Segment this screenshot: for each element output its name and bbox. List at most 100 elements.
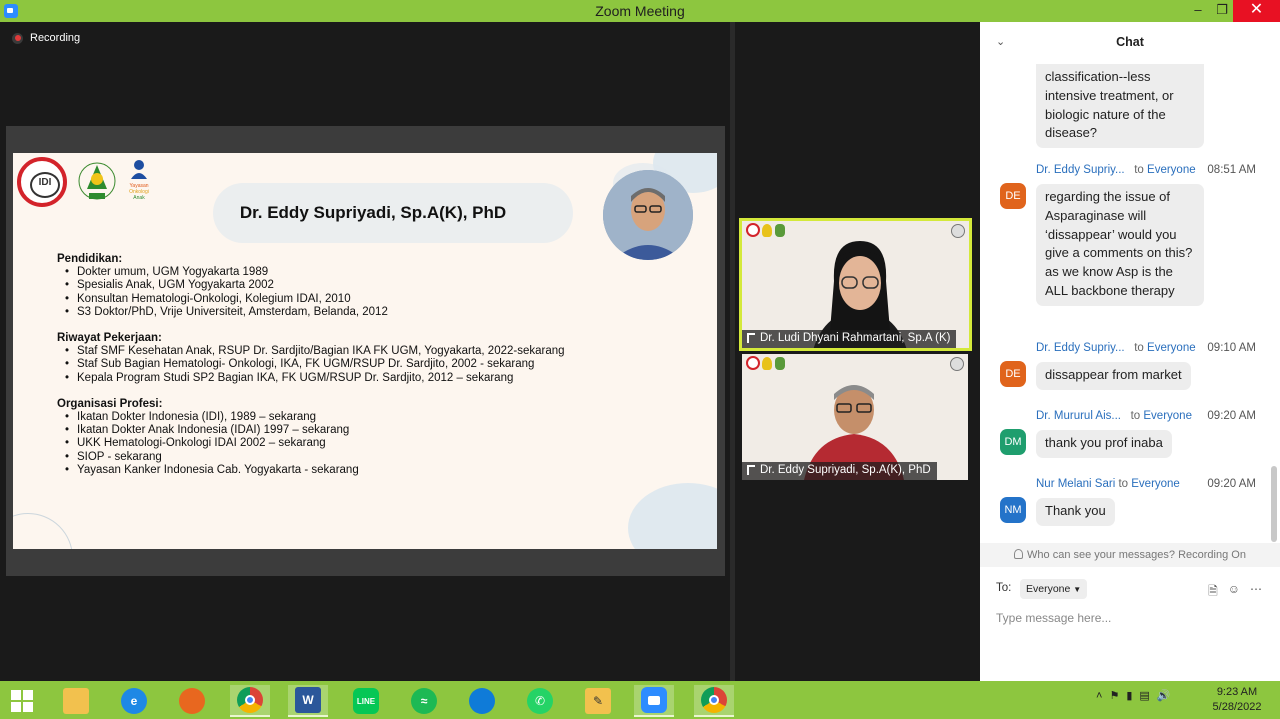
idai-logo bbox=[78, 162, 116, 200]
clock-time: 9:23 AM bbox=[1216, 686, 1258, 698]
person-icon bbox=[1014, 549, 1024, 559]
list-item: Staf Sub Bagian Hematologi- Onkologi, IK… bbox=[57, 358, 565, 371]
maximize-button[interactable]: ❐ bbox=[1208, 0, 1236, 22]
firefox-button[interactable] bbox=[172, 685, 212, 717]
more-icon[interactable]: ⋯ bbox=[1250, 582, 1262, 603]
message-time: 09:10 AM bbox=[1207, 342, 1256, 354]
folder-icon bbox=[63, 688, 89, 714]
zoom-icon bbox=[641, 687, 667, 713]
participant-name: Dr. Eddy Supriyadi, Sp.A(K), PhD bbox=[742, 462, 937, 480]
ie-icon: e bbox=[121, 688, 147, 714]
spotify-button[interactable]: ≈ bbox=[404, 685, 444, 717]
file-explorer-button[interactable] bbox=[56, 685, 96, 717]
chat-message-bubble: thank you prof inaba bbox=[1036, 430, 1172, 458]
battery-icon[interactable]: ▮ bbox=[1126, 689, 1132, 702]
system-tray: ˄ ⚑ ▮ ▤ 🔊 bbox=[1096, 689, 1171, 703]
panel-divider[interactable] bbox=[730, 22, 735, 681]
slide-title: Dr. Eddy Supriyadi, Sp.A(K), PhD bbox=[239, 203, 507, 222]
svg-text:Anak: Anak bbox=[133, 195, 145, 201]
message-sender[interactable]: Nur Melani Sari bbox=[1036, 478, 1115, 490]
window-titlebar: Zoom Meeting – ❐ ✕ bbox=[0, 0, 1280, 22]
recipient-dropdown[interactable]: Everyone ▼ bbox=[1020, 579, 1088, 599]
chrome-button[interactable] bbox=[230, 685, 270, 717]
line-icon: LINE bbox=[353, 688, 379, 714]
idi-logo bbox=[17, 157, 67, 207]
pen-icon: ✎ bbox=[585, 688, 611, 714]
message-sender[interactable]: Dr. Eddy Supriy... bbox=[1036, 164, 1125, 176]
wifi-icon[interactable]: ▤ bbox=[1139, 689, 1149, 702]
list-item: Konsultan Hematologi-Onkologi, Kolegium … bbox=[57, 293, 565, 306]
windows-icon bbox=[11, 690, 33, 712]
network-warning-icon[interactable]: ⚑ bbox=[1109, 689, 1119, 702]
chrome-profile-button[interactable] bbox=[694, 685, 734, 717]
avatar: DE bbox=[1000, 183, 1026, 209]
recording-icon bbox=[12, 32, 23, 44]
avatar: DE bbox=[1000, 361, 1026, 387]
avatar: DM bbox=[1000, 429, 1026, 455]
clock-date: 5/28/2022 bbox=[1212, 701, 1262, 713]
list-item: Yayasan Kanker Indonesia Cab. Yogyakarta… bbox=[57, 464, 565, 477]
scrollbar-thumb[interactable] bbox=[1271, 466, 1277, 542]
message-sender[interactable]: Dr. Eddy Supriy... bbox=[1036, 342, 1125, 354]
section-heading: Pendidikan: bbox=[57, 253, 123, 265]
recording-label: Recording bbox=[30, 32, 81, 44]
list-item: Ikatan Dokter Anak Indonesia (IDAI) 1997… bbox=[57, 424, 565, 437]
message-sender[interactable]: Dr. Mururul Ais... bbox=[1036, 410, 1121, 422]
line-button[interactable]: LINE bbox=[346, 685, 386, 717]
screen-share-frame: Yayasan Onkologi Anak Dr. Eddy Supriyadi… bbox=[6, 126, 725, 576]
list-item: Staf SMF Kesehatan Anak, RSUP Dr. Sardji… bbox=[57, 345, 565, 358]
emoji-icon[interactable]: ☺ bbox=[1228, 582, 1240, 603]
message-meta: Dr. Mururul Ais... to Everyone bbox=[1036, 410, 1192, 422]
taskbar: e W LINE ≈ ✆ ✎ ˄ ⚑ ▮ ▤ 🔊 9:23 AM 5/28/20… bbox=[0, 681, 1280, 719]
message-time: 09:20 AM bbox=[1207, 410, 1256, 422]
word-button[interactable]: W bbox=[288, 685, 328, 717]
avatar: NM bbox=[1000, 497, 1026, 523]
internet-explorer-button[interactable]: e bbox=[114, 685, 154, 717]
participant-tile[interactable]: Dr. Eddy Supriyadi, Sp.A(K), PhD bbox=[742, 354, 968, 480]
message-time: 09:20 AM bbox=[1207, 478, 1256, 490]
chat-header: ⌄ Chat bbox=[980, 22, 1280, 62]
window-title: Zoom Meeting bbox=[595, 3, 685, 19]
list-item: Ikatan Dokter Indonesia (IDI), 1989 – se… bbox=[57, 411, 565, 424]
yayasan-logo: Yayasan Onkologi Anak bbox=[129, 160, 149, 201]
message-meta: Nur Melani Sari to Everyone bbox=[1036, 478, 1180, 490]
section-heading: Riwayat Pekerjaan: bbox=[57, 332, 162, 345]
spotify-icon: ≈ bbox=[411, 688, 437, 714]
message-meta: Dr. Eddy Supriy... to Everyone bbox=[1036, 164, 1196, 176]
volume-icon[interactable]: 🔊 bbox=[1157, 689, 1171, 702]
file-icon[interactable]: 🗎 bbox=[1208, 582, 1218, 603]
list-item: Dokter umum, UGM Yogyakarta 1989 bbox=[57, 266, 565, 279]
shared-slide: Yayasan Onkologi Anak Dr. Eddy Supriyadi… bbox=[13, 153, 717, 549]
whatsapp-button[interactable]: ✆ bbox=[520, 685, 560, 717]
section-heading: Organisasi Profesi: bbox=[57, 397, 163, 410]
chat-message-input[interactable] bbox=[996, 607, 1264, 629]
chrome-icon bbox=[701, 687, 727, 713]
participant-tile-active[interactable]: Dr. Ludi Dhyani Rahmartani, Sp.A (K) bbox=[739, 218, 972, 351]
pen-app-button[interactable]: ✎ bbox=[578, 685, 618, 717]
chevron-up-icon[interactable]: ˄ bbox=[1096, 690, 1102, 702]
system-clock[interactable]: 9:23 AM 5/28/2022 bbox=[1208, 685, 1266, 715]
start-button[interactable] bbox=[2, 685, 42, 717]
message-recipient[interactable]: Everyone bbox=[1131, 478, 1180, 490]
speaker-photo bbox=[603, 170, 693, 260]
pin-icon bbox=[747, 465, 755, 475]
participant-name: Dr. Ludi Dhyani Rahmartani, Sp.A (K) bbox=[742, 330, 957, 348]
list-item: S3 Doktor/PhD, Vrije Universiteit, Amste… bbox=[57, 306, 565, 319]
message-recipient[interactable]: Everyone bbox=[1147, 164, 1196, 176]
who-can-see-link[interactable]: Who can see your messages? Recording On bbox=[980, 543, 1280, 567]
video-area: Recording Yayasan Onkologi Anak bbox=[0, 22, 980, 681]
list-item: SIOP - sekarang bbox=[57, 451, 565, 464]
edge-icon bbox=[469, 688, 495, 714]
edge-button[interactable] bbox=[462, 685, 502, 717]
message-recipient[interactable]: Everyone bbox=[1147, 342, 1196, 354]
chat-message-bubble: classification--less intensive treatment… bbox=[1036, 64, 1204, 149]
zoom-button[interactable] bbox=[634, 685, 674, 717]
message-time: 08:51 AM bbox=[1207, 164, 1256, 176]
chat-scrollbar[interactable] bbox=[1270, 62, 1278, 542]
list-item: Kepala Program Studi SP2 Bagian IKA, FK … bbox=[57, 372, 565, 385]
recording-indicator[interactable]: Recording bbox=[12, 32, 80, 44]
message-recipient[interactable]: Everyone bbox=[1143, 410, 1192, 422]
whatsapp-icon: ✆ bbox=[527, 688, 553, 714]
close-button[interactable]: ✕ bbox=[1233, 0, 1280, 22]
chat-title: Chat bbox=[1116, 35, 1144, 49]
